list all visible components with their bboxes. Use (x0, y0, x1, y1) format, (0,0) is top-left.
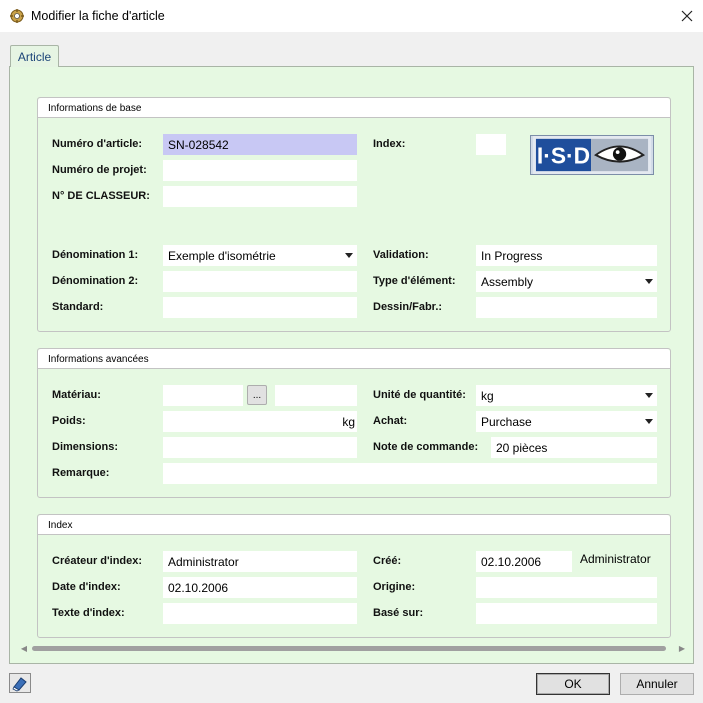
order-note-label: Note de commande: (373, 441, 479, 453)
logo-text: I·S·D (537, 143, 590, 169)
material-label: Matériau: (52, 389, 101, 401)
material-field[interactable] (163, 385, 243, 406)
order-note-field[interactable]: 20 pièces (491, 437, 657, 458)
standard-field[interactable] (163, 297, 357, 318)
designation1-label: Dénomination 1: (52, 249, 139, 261)
based-on-field[interactable] (476, 603, 657, 624)
qty-unit-label: Unité de quantité: (373, 389, 466, 401)
based-on-label: Basé sur: (373, 607, 424, 619)
binder-field[interactable] (163, 186, 357, 207)
element-type-value: Assembly (481, 275, 534, 289)
index-field[interactable] (476, 134, 506, 155)
created-date-field[interactable]: 02.10.2006 (476, 551, 572, 572)
project-number-label: Numéro de projet: (52, 164, 147, 176)
horizontal-scrollbar[interactable]: ◀ ▶ (18, 641, 688, 655)
weight-field[interactable]: kg (163, 411, 357, 432)
created-label: Créé: (373, 555, 402, 567)
chevron-down-icon (345, 253, 353, 258)
designation2-label: Dénomination 2: (52, 275, 139, 287)
remark-field[interactable] (163, 463, 657, 484)
group-basic-info: Informations de base Numéro d'article: S… (37, 97, 671, 332)
origin-label: Origine: (373, 581, 416, 593)
created-by-text: Administrator (580, 552, 651, 566)
tab-panel-article: Informations de base Numéro d'article: S… (9, 66, 694, 664)
element-type-label: Type d'élément: (373, 275, 456, 287)
ok-button[interactable]: OK (536, 673, 610, 695)
tab-article[interactable]: Article (10, 45, 59, 67)
element-type-dropdown[interactable]: Assembly (476, 271, 657, 292)
dimensions-label: Dimensions: (52, 441, 119, 453)
remark-label: Remarque: (52, 467, 110, 479)
close-icon (681, 10, 693, 22)
index-creator-field[interactable]: Administrator (163, 551, 357, 572)
group-header-advanced: Informations avancées (38, 349, 670, 369)
purchase-value: Purchase (481, 415, 532, 429)
purchase-label: Achat: (373, 415, 408, 427)
qty-unit-value: kg (481, 389, 494, 403)
qty-unit-dropdown[interactable]: kg (476, 385, 657, 406)
index-label: Index: (373, 138, 406, 150)
group-advanced-info: Informations avancées Matériau: ... Poid… (37, 348, 671, 498)
index-date-field[interactable]: 02.10.2006 (163, 577, 357, 598)
material-browse-button[interactable]: ... (247, 385, 267, 405)
weight-unit: kg (342, 415, 355, 429)
dimensions-field[interactable] (163, 437, 357, 458)
chevron-down-icon (645, 279, 653, 284)
eraser-icon[interactable] (9, 673, 31, 693)
window-title: Modifier la fiche d'article (31, 9, 165, 23)
index-date-label: Date d'index: (52, 581, 121, 593)
binder-label: N° DE CLASSEUR: (52, 190, 150, 202)
weight-label: Poids: (52, 415, 86, 427)
group-index: Index Créateur d'index: Administrator Da… (37, 514, 671, 638)
close-button[interactable] (671, 0, 703, 32)
index-text-field[interactable] (163, 603, 357, 624)
article-number-label: Numéro d'article: (52, 138, 143, 150)
designation1-dropdown[interactable]: Exemple d'isométrie (163, 245, 357, 266)
scroll-left-icon[interactable]: ◀ (18, 641, 30, 655)
validation-field[interactable]: In Progress (476, 245, 657, 266)
isd-logo: I·S·D (530, 135, 654, 175)
title-bar: Modifier la fiche d'article (0, 0, 703, 32)
chevron-down-icon (645, 393, 653, 398)
validation-label: Validation: (373, 249, 429, 261)
designation1-value: Exemple d'isométrie (168, 249, 276, 263)
scroll-right-icon[interactable]: ▶ (676, 641, 688, 655)
article-number-field[interactable]: SN-028542 (163, 134, 357, 155)
drawing-label: Dessin/Fabr.: (373, 301, 443, 313)
index-text-label: Texte d'index: (52, 607, 125, 619)
group-header-index: Index (38, 515, 670, 535)
group-header-basic: Informations de base (38, 98, 670, 118)
project-number-field[interactable] (163, 160, 357, 181)
standard-label: Standard: (52, 301, 104, 313)
index-creator-label: Créateur d'index: (52, 555, 143, 567)
drawing-field[interactable] (476, 297, 657, 318)
scroll-thumb[interactable] (32, 646, 666, 651)
cancel-button[interactable]: Annuler (620, 673, 694, 695)
chevron-down-icon (645, 419, 653, 424)
origin-field[interactable] (476, 577, 657, 598)
designation2-field[interactable] (163, 271, 357, 292)
material-extra-field[interactable] (275, 385, 357, 406)
purchase-dropdown[interactable]: Purchase (476, 411, 657, 432)
gear-icon (10, 9, 24, 23)
